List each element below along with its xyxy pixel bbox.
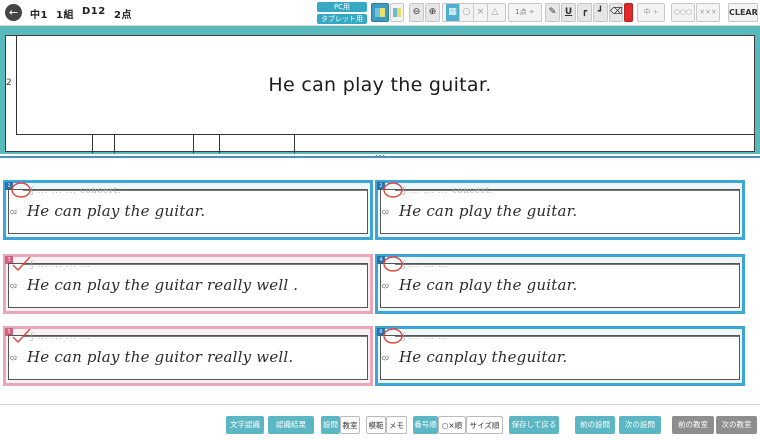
device-mode-group: PC用 タブレット用 bbox=[317, 2, 367, 26]
mark-cross-segment[interactable]: × bbox=[474, 4, 488, 21]
prev-line-text: ʃ ... ... ... bbox=[403, 332, 449, 341]
top-toolbar: ← 中1 1組 D12 2点 PC用 タブレット用 ⊖ ⊕ ▦ ○ × △ 1点 ÷ … bbox=[0, 0, 760, 26]
grading-app: ← 中1 1組 D12 2点 PC用 タブレット用 ⊖ ⊕ ▦ ○ × △ 1点 ÷ … bbox=[0, 0, 760, 440]
handwritten-answer: He can play the guitar. bbox=[27, 202, 206, 220]
answer-card[interactable]: 5ʃ ... ... ... ... Q2 He can play the guit… bbox=[3, 326, 373, 386]
mark-circle-segment[interactable]: ○ bbox=[460, 4, 474, 21]
circles-stamp[interactable]: ○○○ bbox=[671, 3, 695, 22]
answer-sheet: ʃ ... ... ... ... Q2 He can play the guito… bbox=[8, 332, 368, 380]
zoom-in-icon[interactable]: ⊕ bbox=[425, 3, 440, 22]
question-label: Q2 bbox=[10, 356, 18, 362]
next-classroom-button[interactable]: 次の教室 bbox=[716, 416, 757, 434]
handwritten-answer: He can play the guitor really well. bbox=[27, 348, 294, 366]
grade-label: 中1 bbox=[30, 10, 48, 21]
sheet-tick bbox=[294, 134, 295, 153]
check-mark-icon bbox=[12, 328, 31, 344]
layout-icon[interactable] bbox=[390, 3, 404, 22]
correct-mark-icon bbox=[11, 182, 31, 198]
mark-type-selector[interactable]: ▦ ○ × △ bbox=[442, 3, 506, 22]
prev-line-text: ʃ ... ... ... concert. bbox=[403, 186, 494, 195]
answer-grid: 1ʃ ... ... ... concert. Q2 He can play the… bbox=[0, 162, 760, 402]
handwritten-answer: He can play the guitar. bbox=[399, 276, 578, 294]
model-answer-panel: 2 He can play the guitar. bbox=[0, 26, 760, 154]
answer-card[interactable]: 1ʃ ... ... ... concert. Q2 He can play the… bbox=[3, 180, 373, 240]
question-label: Q2 bbox=[382, 210, 390, 216]
answer-sheet: ʃ ... ... ... concert. Q2 He can play the … bbox=[380, 186, 740, 234]
answer-card[interactable]: 2ʃ ... ... ... concert. Q2 He can play the… bbox=[375, 180, 745, 240]
answer-card[interactable]: 3ʃ ... ... ... ... Q2 He can play the guit… bbox=[3, 254, 373, 314]
zoom-out-icon[interactable]: ⊖ bbox=[409, 3, 424, 22]
classroom-toggle[interactable]: 教室 bbox=[340, 416, 360, 434]
crosses-stamp[interactable]: ××× bbox=[696, 3, 720, 22]
answer-sheet: ʃ ... ... ... Q2 He can play the guitar. bbox=[380, 260, 740, 308]
answer-card[interactable]: 6ʃ ... ... ... Q2 He canplay theguitar. bbox=[375, 326, 745, 386]
bottom-toolbar: 文字認識 認識結果 設問 教室 模範 メモ 番号順 ○×順 サイズ順 保存して戻… bbox=[0, 404, 760, 440]
next-question-button[interactable]: 次の設問 bbox=[619, 416, 661, 434]
handwritten-answer: He can play the guitar really well . bbox=[27, 276, 299, 294]
question-label: Q2 bbox=[382, 284, 390, 290]
question-label: Q2 bbox=[382, 356, 390, 362]
prev-line-text: ʃ ... ... ... ... bbox=[31, 260, 91, 269]
correct-mark-icon bbox=[383, 328, 403, 344]
mark-all-segment[interactable]: ▦ bbox=[446, 4, 460, 21]
corner-right-icon[interactable]: ┛ bbox=[593, 3, 608, 22]
pen-color-swatch[interactable] bbox=[624, 3, 633, 22]
points-select[interactable]: 1点 ÷ bbox=[508, 3, 542, 22]
sort-number-button[interactable]: 番号順 bbox=[413, 416, 438, 434]
sort-size-button[interactable]: サイズ順 bbox=[466, 416, 503, 434]
sheet-tick bbox=[92, 134, 93, 153]
answer-sheet-preview: 2 He can play the guitar. bbox=[5, 35, 755, 153]
score-label: 2点 bbox=[114, 10, 132, 21]
answer-sheet: ʃ ... ... ... ... Q2 He can play the guita… bbox=[8, 260, 368, 308]
set-question-button[interactable]: 設問 bbox=[321, 416, 340, 434]
pencil-icon[interactable]: ✎ bbox=[545, 3, 560, 22]
answer-sheet: ʃ ... ... ... concert. Q2 He can play the … bbox=[8, 186, 368, 234]
question-code: D12 bbox=[82, 6, 106, 17]
sort-mark-button[interactable]: ○×順 bbox=[438, 416, 466, 434]
splitter-grip-icon[interactable]: ••• bbox=[372, 154, 388, 160]
size-select[interactable]: 中 ÷ bbox=[637, 3, 665, 22]
panel-splitter[interactable]: ••• bbox=[0, 154, 760, 160]
prev-classroom-button[interactable]: 前の教室 bbox=[672, 416, 714, 434]
model-answer-button[interactable]: 模範 bbox=[366, 416, 386, 434]
check-mark-icon bbox=[12, 256, 31, 272]
correct-mark-icon bbox=[383, 256, 403, 272]
sheet-tick bbox=[193, 134, 194, 153]
memo-button[interactable]: メモ bbox=[386, 416, 407, 434]
question-label: Q2 bbox=[10, 284, 18, 290]
class-label: 1組 bbox=[56, 10, 74, 21]
answer-sheet: ʃ ... ... ... Q2 He canplay theguitar. bbox=[380, 332, 740, 380]
prev-question-button[interactable]: 前の設問 bbox=[575, 416, 615, 434]
model-sentence: He can play the guitar. bbox=[268, 74, 492, 96]
sheet-tick bbox=[219, 134, 220, 153]
save-and-return-button[interactable]: 保存して戻る bbox=[509, 416, 559, 434]
question-label: Q2 bbox=[10, 210, 18, 216]
correct-mark-icon bbox=[383, 182, 403, 198]
prev-line-text: ʃ ... ... ... bbox=[403, 260, 449, 269]
mark-triangle-segment[interactable]: △ bbox=[488, 4, 502, 21]
corner-left-icon[interactable]: ┏ bbox=[577, 3, 592, 22]
eraser-icon[interactable]: ⌫ bbox=[609, 3, 623, 22]
sheet-tick bbox=[114, 134, 115, 153]
back-arrow-icon[interactable]: ← bbox=[5, 4, 22, 21]
answer-card[interactable]: 4ʃ ... ... ... Q2 He can play the guitar. bbox=[375, 254, 745, 314]
handwritten-answer: He can play the guitar. bbox=[399, 202, 578, 220]
palette-icon[interactable] bbox=[371, 3, 389, 22]
mode-pc-button[interactable]: PC用 bbox=[317, 2, 367, 12]
handwritten-answer: He canplay theguitar. bbox=[399, 348, 568, 366]
prev-line-text: ʃ ... ... ... ... bbox=[31, 332, 91, 341]
prev-line-text: ʃ ... ... ... concert. bbox=[31, 186, 122, 195]
text-recognition-button[interactable]: 文字認識 bbox=[226, 416, 264, 434]
underline-icon[interactable]: U bbox=[561, 3, 576, 22]
mode-tablet-button[interactable]: タブレット用 bbox=[317, 14, 367, 24]
recognition-result-button[interactable]: 認識結果 bbox=[268, 416, 314, 434]
clear-button[interactable]: CLEAR bbox=[728, 3, 758, 22]
sheet-bottom-line bbox=[16, 134, 754, 135]
